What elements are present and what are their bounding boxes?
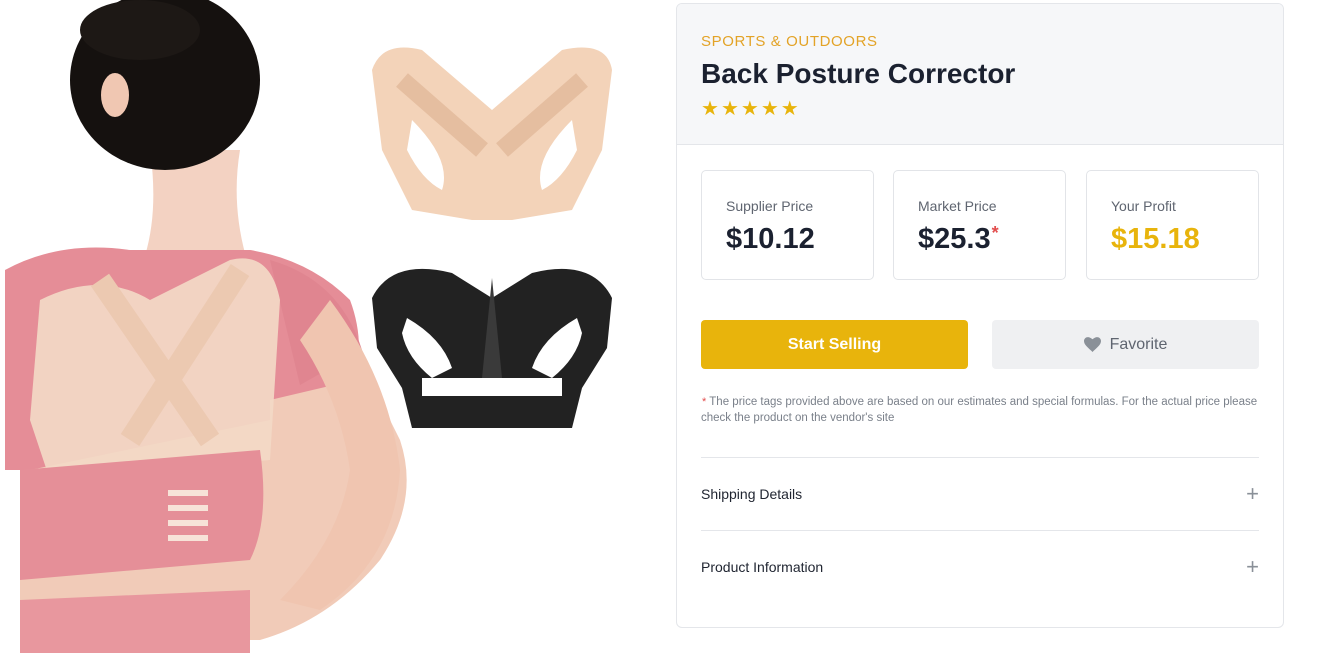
profit-box: Your Profit $15.18 <box>1086 170 1259 280</box>
star-icon: ★ <box>720 98 739 120</box>
accordion-product-information[interactable]: Product Information + <box>701 531 1259 603</box>
market-price-value: $25.3* <box>918 223 999 256</box>
star-icon: ★ <box>760 98 779 120</box>
market-price-box: Market Price $25.3* <box>893 170 1066 280</box>
plus-icon[interactable]: + <box>1246 483 1259 505</box>
star-icon: ★ <box>740 98 759 120</box>
product-header: SPORTS & OUTDOORS Back Posture Corrector… <box>677 4 1283 145</box>
supplier-price-value: $10.12 <box>726 223 815 255</box>
plus-icon[interactable]: + <box>1246 556 1259 578</box>
product-category[interactable]: SPORTS & OUTDOORS <box>701 33 878 50</box>
market-price-label: Market Price <box>918 198 997 214</box>
start-selling-button[interactable]: Start Selling <box>701 320 968 369</box>
profit-label: Your Profit <box>1111 198 1176 214</box>
supplier-price-box: Supplier Price $10.12 <box>701 170 874 280</box>
star-icon: ★ <box>780 98 799 120</box>
product-image <box>0 0 620 653</box>
disclaimer-asterisk: * <box>702 396 707 408</box>
market-price-asterisk: * <box>991 223 999 243</box>
favorite-label: Favorite <box>1109 335 1168 353</box>
accordion-shipping-details[interactable]: Shipping Details + <box>701 458 1259 530</box>
favorite-button[interactable]: Favorite <box>992 320 1259 369</box>
market-price-amount: $25.3 <box>918 223 991 255</box>
star-icon: ★ <box>701 98 719 120</box>
accordion-label: Product Information <box>701 559 824 575</box>
supplier-price-label: Supplier Price <box>726 198 814 214</box>
heart-icon <box>1083 337 1101 352</box>
price-disclaimer: * The price tags provided above are base… <box>701 394 1261 426</box>
product-title: Back Posture Corrector <box>701 58 1016 89</box>
profit-value: $15.18 <box>1111 223 1200 255</box>
product-photo <box>5 0 612 653</box>
accordion-label: Shipping Details <box>701 486 803 502</box>
product-card: SPORTS & OUTDOORS Back Posture Corrector… <box>676 3 1284 628</box>
disclaimer-text: The price tags provided above are based … <box>701 396 1258 424</box>
rating-stars: ★ ★ ★ ★ ★ <box>701 99 799 119</box>
